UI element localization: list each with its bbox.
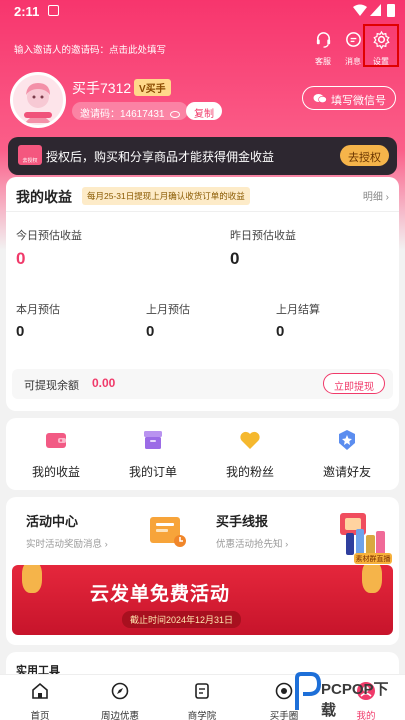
nav-business-school[interactable]: 商学院 [172,681,232,720]
avatar[interactable] [10,72,66,128]
wallet-icon [46,433,66,448]
today-estimate-value: 0 [16,249,26,268]
month-estimate-value: 0 [16,323,25,340]
wifi-icon [353,4,367,16]
material-tag-text: 素材群直播 [356,554,391,563]
buyer-report-subtitle: 优惠活动抢先知 › [216,539,289,550]
authorization-icon: 去授权 [18,145,42,165]
buyer-report-title: 买手线报 [216,514,269,529]
nav-nearby-deals[interactable]: 周边优惠 [90,681,150,720]
invite-code-entry[interactable]: 输入邀请人的邀请码：点击此处填写 [14,42,166,56]
copy-button[interactable]: 复制 [186,102,222,120]
activity-banner[interactable]: 云发单免费活动 截止时间2024年12月31日 [12,565,393,635]
notification-icon [48,5,59,16]
yesterday-estimate[interactable]: 昨日预估收益 0 [230,227,296,269]
today-estimate-label: 今日预估收益 [16,230,82,242]
heart-icon [240,431,260,449]
wechat-icon [313,94,327,104]
material-products-icon: 素材群直播 [340,513,392,564]
withdrawable-row: 可提现余额 0.00 立即提现 [12,369,393,399]
activity-envelope-icon [150,517,186,547]
activity-center-title: 活动中心 [26,514,79,529]
avatar-tag [24,112,52,118]
shortcut-label: 邀请好友 [322,465,371,479]
home-icon [32,682,48,699]
shortcut-label: 我的粉丝 [225,465,274,479]
watermark-text: PCPOP下载 [321,681,389,719]
activity-center-subtitle: 实时活动奖励消息 › [26,539,108,550]
star-badge-icon [339,430,355,450]
last-month-estimate-value: 0 [146,323,155,340]
month-estimate-label: 本月预估 [16,304,60,316]
shortcut-my-earnings[interactable]: 我的收益 [16,428,96,480]
activity-center[interactable]: 活动中心 实时活动奖励消息 › [26,511,108,550]
settings-highlight-box [363,24,399,67]
nav-home[interactable]: 首页 [10,681,70,720]
shortcut-label: 我的收益 [31,465,80,479]
watermark: PCPOP下载 [285,662,403,720]
last-month-estimate-label: 上月预估 [146,304,190,316]
wechat-fill-button[interactable]: 填写微信号 [302,86,396,110]
headset-icon [316,32,330,48]
last-month-estimate[interactable]: 上月预估 0 [146,301,190,340]
compass-icon [111,682,129,700]
shortcut-grid: 我的收益 我的订单 我的粉丝 邀请好友 [6,418,399,490]
battery-icon [387,4,395,17]
lantern-icon [22,565,42,593]
shortcut-label: 我的订单 [128,465,177,479]
shortcut-my-fans[interactable]: 我的粉丝 [210,428,290,480]
withdrawable-value: 0.00 [92,376,116,390]
authorize-button[interactable]: 去授权 [340,145,389,166]
shortcut-my-orders[interactable]: 我的订单 [113,428,193,480]
buyer-report[interactable]: 买手线报 优惠活动抢先知 › [216,511,288,550]
month-estimate[interactable]: 本月预估 0 [16,301,60,340]
earnings-detail-link[interactable]: 明细 › [363,188,389,203]
earnings-divider [6,211,399,212]
authorization-text: 授权后，购买和分享商品才能获得佣金收益 [46,150,275,164]
authorization-bar: 去授权 授权后，购买和分享商品才能获得佣金收益 去授权 [8,137,397,175]
earnings-note: 每月25-31日提现上月确认收货订单的收益 [82,187,250,205]
wechat-fill-label: 填写微信号 [331,95,386,107]
last-month-settlement-label: 上月结算 [276,304,320,316]
vip-badge: V买手 [134,79,171,96]
order-box-icon [144,431,162,449]
activities-card: 活动中心 实时活动奖励消息 › 买手线报 优惠活动抢先知 › 素材群直播 云发单… [6,497,399,645]
book-icon [195,683,209,699]
banner-subtitle: 截止时间2024年12月31日 [122,611,242,628]
invite-code-text: 邀请码：14617431 [80,109,165,120]
yesterday-estimate-label: 昨日预估收益 [230,230,296,242]
watermark-logo-icon [295,672,321,710]
eye-icon[interactable] [170,110,181,118]
status-bar: 2:11 [0,0,405,22]
shortcut-invite-friends[interactable]: 邀请好友 [307,428,387,480]
withdrawable-label: 可提现余额 [24,380,79,392]
username: 买手7312 [72,80,132,96]
today-estimate[interactable]: 今日预估收益 0 [16,227,82,269]
last-month-settlement[interactable]: 上月结算 0 [276,301,320,340]
banner-title: 云发单免费活动 [90,584,231,605]
last-month-settlement-value: 0 [276,323,285,340]
message-icon [345,32,361,47]
service-label: 客服 [315,57,331,66]
earnings-card: 我的收益 每月25-31日提现上月确认收货订单的收益 明细 › 今日预估收益 0… [6,177,399,411]
nav-label: 商学院 [187,711,217,720]
invite-code-pill: 邀请码：14617431 [72,102,189,120]
status-time: 2:11 [14,4,40,19]
nav-label: 周边优惠 [100,711,139,720]
yesterday-estimate-value: 0 [230,249,240,268]
service-button[interactable]: 客服 [308,30,338,67]
withdraw-button[interactable]: 立即提现 [323,373,385,394]
nav-label: 首页 [30,711,50,720]
signal-icon [370,4,381,16]
earnings-title: 我的收益 [16,189,72,205]
lantern-icon [362,565,382,593]
